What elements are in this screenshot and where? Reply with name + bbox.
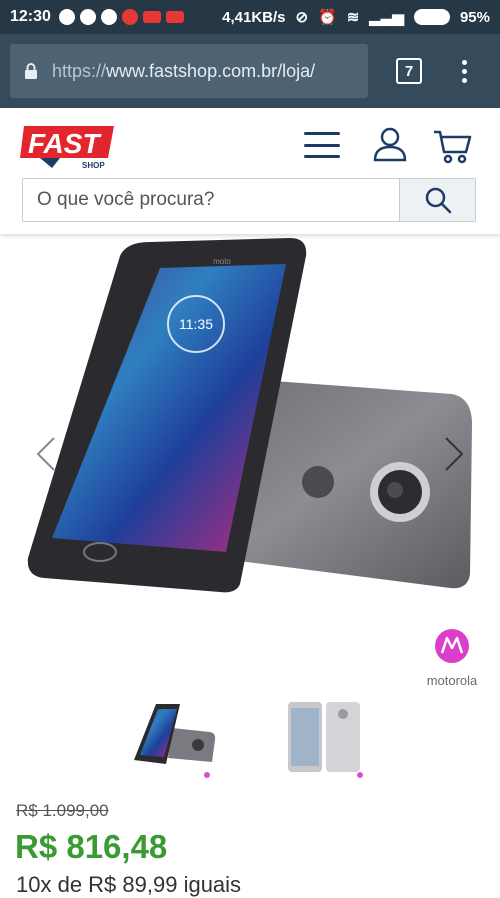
url-text: www.fastshop.com.br/loja/: [106, 60, 316, 81]
current-price: R$ 816,48: [15, 828, 168, 865]
old-price: R$ 1.099,00: [16, 801, 109, 820]
cart-icon[interactable]: [432, 126, 472, 166]
tabs-button[interactable]: 7: [396, 58, 422, 84]
menu-icon[interactable]: [304, 132, 340, 158]
notification-icons: [58, 9, 184, 25]
address-bar[interactable]: https:// www.fastshop.com.br/loja/: [10, 44, 368, 98]
browser-menu-button[interactable]: [462, 59, 468, 83]
dot-icon: [462, 59, 467, 65]
motorola-logo-back: [302, 466, 334, 498]
network-speed: 4,41KB/s: [222, 8, 286, 26]
phone-brand-mark: moto: [213, 257, 231, 266]
signal-icon: ▂▃▅: [369, 9, 404, 26]
alarm-icon: ⏰: [318, 9, 337, 26]
thumbnail-front[interactable]: [128, 700, 218, 776]
thumbnail-back[interactable]: [284, 700, 374, 776]
product-image-carousel: 11:35 moto motorola: [0, 234, 500, 694]
dot-icon: [462, 68, 467, 74]
thumbnail-indicator: [357, 772, 363, 778]
search-bar: [22, 178, 476, 222]
product-photo: 11:35 moto: [27, 238, 472, 593]
whatsapp-icon: [100, 9, 117, 25]
installment-text: 10x de R$ 89,99 iguais: [16, 872, 242, 897]
motorola-logo: [435, 629, 469, 663]
status-bar: 12:30 4,41KB/s ⊘ ⏰ ≋ ▂▃▅ 95%: [0, 0, 500, 34]
youtube-icon: [142, 11, 161, 23]
phone-clock: 11:35: [179, 316, 213, 332]
chevron-right-icon[interactable]: [442, 434, 466, 474]
browser-toolbar: https:// www.fastshop.com.br/loja/ 7: [0, 34, 500, 108]
mute-icon: ⊘: [295, 9, 309, 26]
whatsapp-icon: [58, 9, 75, 25]
youtube-icon: [165, 11, 184, 23]
search-button[interactable]: [399, 179, 475, 221]
thumbnail-indicator: [204, 772, 210, 778]
battery-icon: [413, 9, 450, 25]
thumbnail-strip: [0, 700, 500, 780]
site-header: FAST SHOP: [0, 108, 500, 234]
status-time: 12:30: [10, 8, 51, 25]
whatsapp-icon: [79, 9, 96, 25]
dot-icon: [462, 77, 467, 83]
wifi-icon: ≋: [346, 9, 360, 26]
brand-name: motorola: [426, 673, 478, 688]
user-icon[interactable]: [372, 126, 408, 162]
url-scheme: https://: [52, 60, 107, 81]
brand-badge: motorola: [422, 628, 482, 688]
battery-level: 95%: [459, 8, 490, 26]
notification-icon: [121, 9, 138, 25]
chevron-left-icon[interactable]: [34, 434, 58, 474]
svg-text:FAST: FAST: [28, 128, 102, 159]
svg-text:SHOP: SHOP: [82, 161, 105, 170]
fast-shop-logo[interactable]: FAST SHOP: [20, 124, 116, 170]
lock-icon: [25, 63, 37, 79]
search-input[interactable]: [23, 179, 399, 221]
status-right: 4,41KB/s ⊘ ⏰ ≋ ▂▃▅ 95%: [222, 8, 490, 27]
search-icon: [425, 187, 451, 214]
